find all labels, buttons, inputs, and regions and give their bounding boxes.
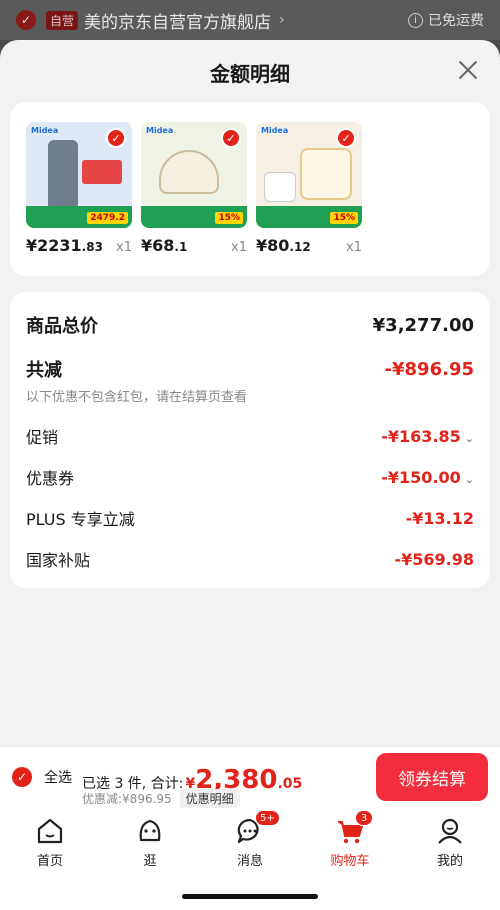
promotion-value: -¥163.85 [381, 426, 461, 446]
product-price: ¥68.1 [141, 236, 188, 255]
total-reduction-label: 共减 [26, 360, 62, 381]
tab-label: 消息 [236, 854, 263, 869]
home-indicator [182, 894, 318, 899]
price-summary-card: 商品总价 ¥3,277.00 共减 -¥896.95 以下优惠不包含红包，请在结… [10, 292, 490, 588]
store-header: ✓ 自营 美的京东自营官方旗舰店 › i 已免运费 [0, 0, 500, 40]
home-icon [35, 816, 65, 846]
free-shipping-label: 已免运费 [428, 13, 484, 29]
product-item[interactable]: Midea 15% ✓ ¥80.12 x1 [256, 122, 362, 255]
brand-logo: Midea [31, 126, 59, 135]
tab-label: 购物车 [330, 854, 370, 869]
total-reduction-value: -¥896.95 [384, 358, 474, 380]
total-reduction-row: 共减 -¥896.95 [26, 356, 474, 382]
product-item[interactable]: Midea 2479.2 ✓ ¥2231.83 x1 [26, 122, 132, 255]
national-subsidy-value: -¥569.98 [394, 549, 474, 569]
browse-icon [135, 816, 165, 846]
free-shipping[interactable]: i 已免运费 [408, 10, 484, 30]
message-badge: 5+ [255, 810, 280, 826]
self-operated-badge: 自营 [46, 10, 79, 30]
tab-messages[interactable]: 5+ 消息 [215, 810, 285, 869]
product-qty: x1 [346, 240, 362, 255]
tab-browse[interactable]: 逛 [115, 816, 185, 869]
tab-label: 我的 [436, 854, 463, 869]
promotion-row[interactable]: 促销 -¥163.85 ⌄ [26, 424, 474, 448]
promotion-label: 促销 [26, 428, 59, 447]
brand-logo: Midea [146, 126, 174, 135]
bottom-tab-bar: 首页 逛 5+ 消息 3 购物车 我的 [0, 808, 500, 910]
national-subsidy-row: 国家补贴 -¥569.98 [26, 547, 474, 571]
discount-text: 优惠减:¥896.95 [82, 792, 172, 806]
coupon-label: 优惠券 [26, 469, 75, 488]
check-icon[interactable]: ✓ [106, 128, 126, 148]
check-icon[interactable]: ✓ [336, 128, 356, 148]
product-image: Midea 15% ✓ [256, 122, 362, 228]
product-card: Midea 2479.2 ✓ ¥2231.83 x1 Midea 15% ✓ ¥… [10, 102, 490, 276]
product-qty: x1 [231, 240, 247, 255]
tab-profile[interactable]: 我的 [415, 816, 485, 869]
promo-tag: 15% [215, 212, 243, 224]
cart-badge: 3 [355, 810, 373, 826]
close-icon[interactable] [456, 58, 480, 82]
checkout-bar: ✓ 全选 已选 3 件, 合计: ¥2,380.05 优惠减:¥896.95 优… [0, 746, 500, 808]
product-image: Midea 15% ✓ [141, 122, 247, 228]
product-price: ¥80.12 [256, 236, 311, 255]
discount-line: 优惠减:¥896.95 优惠明细 [82, 789, 240, 808]
plus-discount-row: PLUS 专享立减 -¥13.12 [26, 506, 474, 530]
plus-discount-label: PLUS 专享立减 [26, 510, 135, 529]
chevron-down-icon: ⌄ [464, 431, 474, 445]
chevron-right-icon: › [279, 12, 285, 28]
product-item[interactable]: Midea 15% ✓ ¥68.1 x1 [141, 122, 247, 255]
brand-logo: Midea [261, 126, 289, 135]
discount-detail-button[interactable]: 优惠明细 [179, 789, 240, 808]
total-price-label: 商品总价 [26, 316, 98, 337]
promo-tag: 15% [330, 212, 358, 224]
store-name[interactable]: 美的京东自营官方旗舰店 [84, 8, 271, 33]
coupon-row[interactable]: 优惠券 -¥150.00 ⌄ [26, 465, 474, 489]
select-all-label[interactable]: 全选 [44, 767, 72, 787]
message-icon: 5+ [235, 810, 280, 846]
profile-icon [435, 816, 465, 846]
product-image: Midea 2479.2 ✓ [26, 122, 132, 228]
chevron-down-icon: ⌄ [464, 472, 474, 486]
coupon-value: -¥150.00 [381, 467, 461, 487]
tab-home[interactable]: 首页 [15, 816, 85, 869]
check-icon[interactable]: ✓ [221, 128, 241, 148]
checkout-button[interactable]: 领券结算 [376, 753, 488, 801]
cart-icon: 3 [335, 810, 373, 846]
info-icon: i [408, 12, 423, 28]
tab-label: 首页 [36, 854, 63, 869]
national-subsidy-label: 国家补贴 [26, 551, 91, 570]
reduction-note: 以下优惠不包含红包，请在结算页查看 [26, 390, 248, 405]
check-circle-icon[interactable]: ✓ [16, 10, 36, 30]
product-price: ¥2231.83 [26, 236, 103, 255]
plus-discount-value: -¥13.12 [405, 508, 474, 528]
tab-cart[interactable]: 3 购物车 [315, 810, 385, 869]
total-price-row: 商品总价 ¥3,277.00 [26, 312, 474, 338]
total-price-value: ¥3,277.00 [372, 314, 474, 336]
promo-tag: 2479.2 [87, 212, 128, 224]
tab-label: 逛 [143, 854, 157, 869]
product-qty: x1 [116, 240, 132, 255]
select-all-check-icon[interactable]: ✓ [12, 767, 32, 787]
sheet-title: 金额明细 [210, 62, 290, 86]
